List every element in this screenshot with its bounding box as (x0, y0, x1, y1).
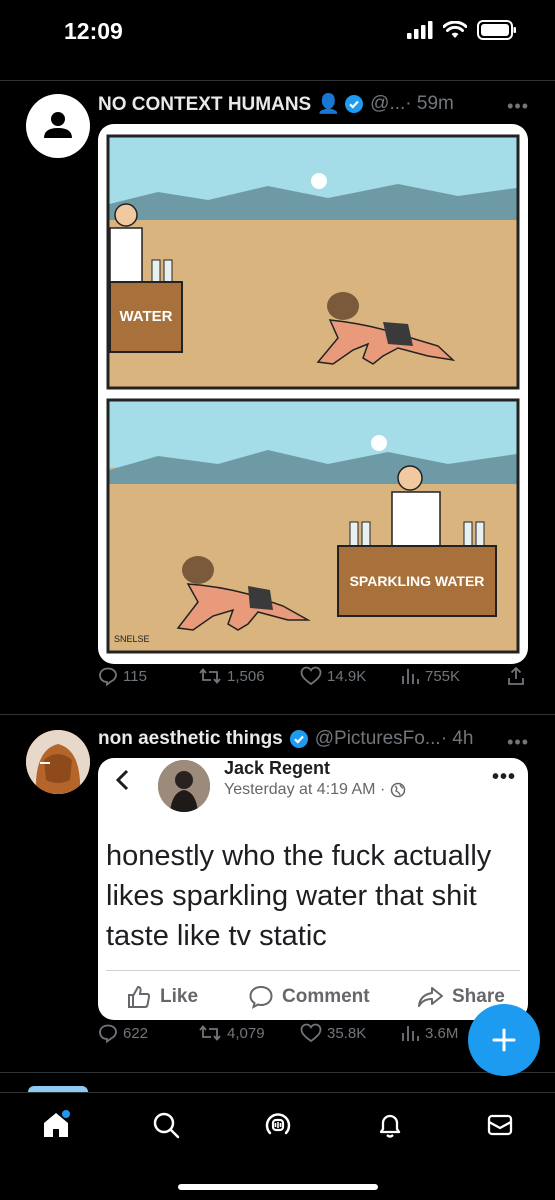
fb-comment-label: Comment (282, 986, 370, 1007)
tab-home[interactable] (38, 1107, 74, 1143)
comic-signature: SNELSE (114, 634, 150, 644)
tweet-1-reply-count: 115 (123, 667, 147, 685)
comic-illustration: WATER SPARKLING WATER SNELSE (106, 134, 520, 654)
tweet-2-like-button[interactable]: 35.8K (300, 1023, 366, 1043)
tweet-1-retweet-count: 1,506 (227, 667, 265, 685)
back-icon (115, 769, 129, 791)
compose-button[interactable] (468, 1004, 540, 1076)
tweet-2-views-button[interactable]: 3.6M (400, 1023, 458, 1043)
search-icon (153, 1112, 180, 1139)
like-icon (300, 1023, 322, 1043)
tweet-1-like-count: 14.9K (327, 667, 367, 685)
retweet-icon (199, 1025, 221, 1041)
comic-panel-1: WATER (106, 134, 520, 390)
tweet-2-reply-count: 622 (123, 1024, 149, 1042)
tweet-1-views-count: 755K (425, 667, 461, 685)
tweet-1-comic-image[interactable]: WATER SPARKLING WATER SNELSE (98, 124, 528, 664)
comment-icon (249, 985, 273, 1009)
verified-icon (289, 730, 308, 748)
fb-author-avatar (158, 760, 210, 812)
tweet-1-views-button[interactable]: 755K (400, 666, 460, 686)
comic-panel-2: SPARKLING WATER SNELSE (106, 398, 520, 654)
person-silhouette-icon (44, 112, 72, 138)
like-icon (300, 666, 322, 686)
tweet-divider (0, 714, 555, 715)
tweet-1-display-name[interactable]: NO CONTEXT HUMANS 👤 (98, 92, 340, 116)
thumbs-up-icon (128, 985, 151, 1008)
globe-icon (391, 782, 406, 798)
bell-icon (379, 1114, 401, 1138)
mail-icon (487, 1114, 513, 1136)
tweet-1-time: · 59m (405, 93, 454, 114)
tweet-2-display-name[interactable]: non aesthetic things (98, 728, 283, 750)
reply-icon (99, 1024, 117, 1043)
tweet-1-share-button[interactable] (506, 666, 526, 686)
tweet-2-facebook-screenshot[interactable]: Jack Regent Yesterday at 4:19 AM · ••• h… (98, 758, 528, 1020)
tab-notifications[interactable] (372, 1107, 408, 1143)
tab-spaces[interactable] (260, 1107, 296, 1143)
status-bar: 12:09 (0, 0, 555, 62)
tweet-1-handle[interactable]: @... (370, 93, 405, 115)
battery-icon (477, 20, 516, 40)
fb-author-name: Jack Regent (224, 758, 331, 778)
wifi-icon (443, 21, 467, 38)
spaces-icon (265, 1113, 291, 1135)
fb-post-text: honestly who the fuck actually likes spa… (106, 840, 492, 952)
verified-icon (345, 95, 364, 113)
tweet-2-avatar[interactable] (26, 730, 90, 794)
tweet-1-reply-button[interactable]: 115 (98, 666, 147, 686)
tweet-2-more-button[interactable]: ••• (507, 732, 529, 753)
tweet-2-handle[interactable]: @PicturesFo... (315, 728, 441, 750)
avatar-photo (26, 730, 90, 794)
feed-top-divider (0, 80, 555, 81)
fb-like-label: Like (160, 986, 199, 1007)
default-avatar[interactable] (26, 94, 90, 158)
share-arrow-icon (418, 987, 443, 1007)
tweet-divider (0, 1072, 555, 1073)
share-icon (508, 666, 524, 685)
reply-icon (99, 667, 117, 686)
fb-more-icon: ••• (491, 766, 516, 788)
views-icon (402, 669, 419, 684)
home-indicator (178, 1184, 378, 1190)
tweet-2-retweet-button[interactable]: 4,079 (198, 1023, 265, 1043)
tweet-2-reply-button[interactable]: 622 (98, 1023, 148, 1043)
fb-separator (106, 970, 520, 971)
tab-search[interactable] (148, 1107, 184, 1143)
fb-post-time: Yesterday at 4:19 AM · (224, 781, 386, 798)
home-icon (44, 1110, 70, 1137)
tweet-1-like-button[interactable]: 14.9K (300, 666, 366, 686)
tweet-2-views-count: 3.6M (425, 1024, 459, 1042)
comic-sign-water: WATER (119, 308, 172, 325)
tweet-1-more-button[interactable]: ••• (507, 96, 529, 117)
cellular-signal-icon (407, 21, 433, 39)
fb-comment-button: Comment (248, 984, 370, 1010)
views-icon (402, 1026, 419, 1041)
tweet-2-like-count: 35.8K (327, 1024, 367, 1042)
status-time: 12:09 (64, 18, 123, 44)
tweet-1-retweet-button[interactable]: 1,506 (198, 666, 265, 686)
compose-icon (492, 1028, 516, 1052)
comic-sign-sparkling-water: SPARKLING WATER (350, 573, 485, 589)
tab-messages[interactable] (482, 1107, 518, 1143)
fb-like-button: Like (126, 984, 198, 1010)
tweet-2-retweet-count: 4,079 (227, 1024, 265, 1042)
tweet-2-time: · 4h (440, 728, 474, 749)
retweet-icon (199, 668, 221, 684)
